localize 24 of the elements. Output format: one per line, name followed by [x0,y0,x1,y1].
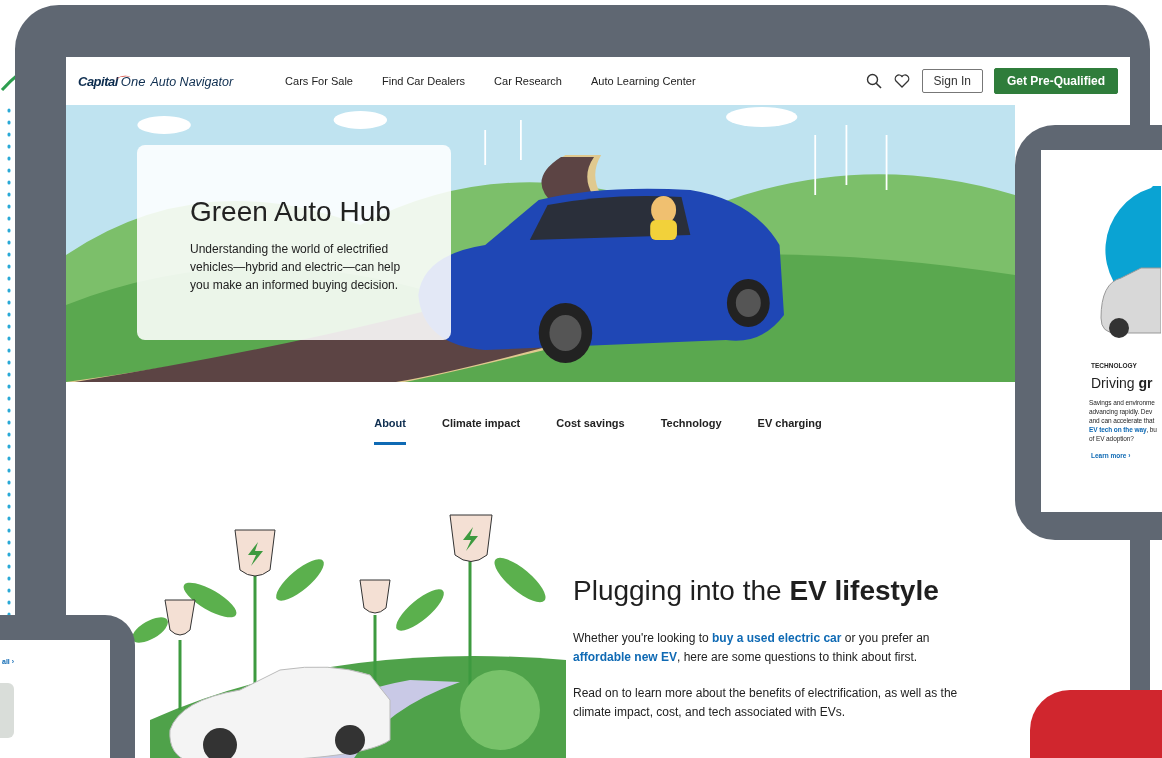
search-icon[interactable] [865,73,882,89]
text-link[interactable]: affordable new EV [573,650,678,664]
logo-wordmark-one[interactable]: One [120,73,146,89]
photo-placeholder [0,683,14,738]
heart-icon[interactable] [893,74,910,88]
tab[interactable]: Cost savings [556,417,625,445]
hero-description: Understanding the world of electrified vehicles—hybrid and electric—can help you make an informed buying decision. [190,240,402,294]
get-pre-qualified-button[interactable]: Get Pre-Qualified [993,68,1118,94]
paragraph: Read on to learn more about the benefits of electrification, as well as the climate impact, cost, and tech associated with EVs. [573,685,959,721]
tab[interactable]: EV charging [757,417,822,445]
logo-wordmark[interactable]: Capital [78,73,118,89]
preview-title: Driving gr [1091,375,1154,391]
sign-in-button[interactable]: Sign In [921,69,983,93]
hero-title: Green Auto Hub [190,195,392,228]
nav-link[interactable]: Cars For Sale [285,75,353,87]
tab[interactable]: Climate impact [441,417,521,445]
logo-product-name[interactable]: Auto Navigator [150,74,234,89]
paragraph: Whether you're looking to buy a used electric car or you prefer an affordable new EV, here are some questions to think about first. [573,630,931,666]
nav-link[interactable]: Auto Learning Center [590,75,696,87]
text-link[interactable]: buy a used electric car [712,631,842,645]
tab[interactable]: Technology [660,417,722,445]
nav-link[interactable]: Car Research [494,75,562,87]
nav-link[interactable]: Find Car Dealers [381,75,466,87]
section-heading: Plugging into the EV lifestyle [573,575,940,607]
